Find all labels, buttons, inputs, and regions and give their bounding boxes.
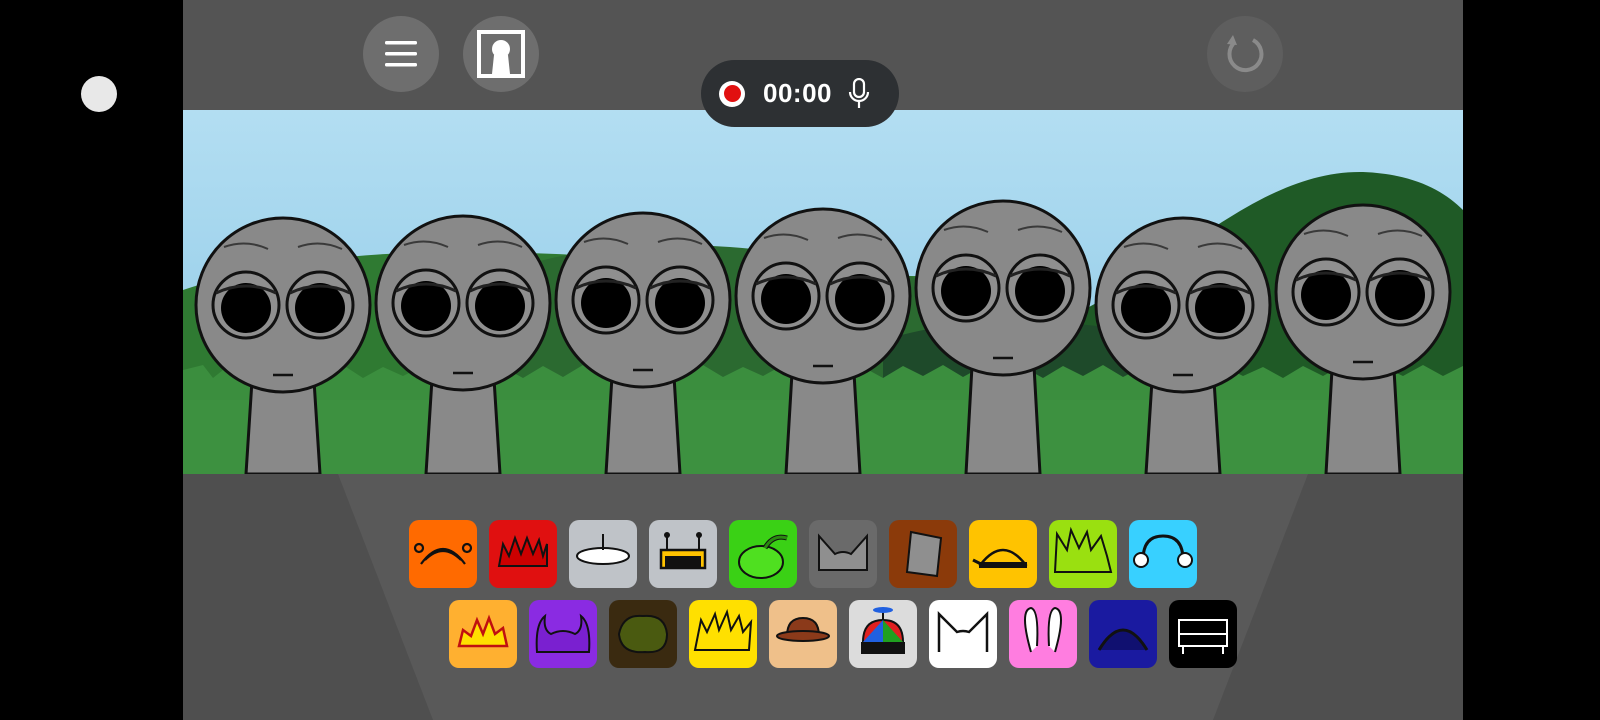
palette-slot-white-cat-ears[interactable] [929, 600, 997, 668]
palette-slot-antenna-box[interactable] [649, 520, 717, 588]
spiky-crown-icon [497, 535, 548, 567]
hamburger-icon [385, 41, 417, 67]
menu-button[interactable] [363, 16, 439, 92]
side-shape-icon [0, 130, 16, 214]
palette-slot-bunny-ears[interactable] [1009, 600, 1077, 668]
palette-slot-dome-cap[interactable] [969, 520, 1037, 588]
bunny-ears-icon [1024, 606, 1062, 653]
bucket-icon [905, 530, 943, 578]
palette-slot-bucket[interactable] [889, 520, 957, 588]
palette-slot-propeller-cap[interactable] [849, 600, 917, 668]
dark-dome-icon [1097, 628, 1149, 651]
palette-slot-burst-crown[interactable] [449, 600, 517, 668]
record-icon[interactable] [719, 80, 745, 107]
lightning-hair-icon [693, 608, 753, 651]
stage-scene [183, 110, 1463, 476]
scene-background [183, 110, 1463, 476]
palette-slot-dark-dome[interactable] [1089, 600, 1157, 668]
headphones-icon [1133, 534, 1193, 568]
palette-slot-lightning-hair[interactable] [689, 600, 757, 668]
spiky-hair-icon [1053, 526, 1113, 573]
palette-slot-spiky-crown[interactable] [489, 520, 557, 588]
dome-cap-icon [972, 548, 1028, 568]
palette-slot-halo-plate[interactable] [569, 520, 637, 588]
antenna-headband-icon [413, 542, 473, 565]
portrait-button[interactable] [463, 16, 539, 92]
screen-recorder[interactable]: 00:00 [701, 60, 899, 127]
restart-button[interactable] [1207, 16, 1283, 92]
palette-slot-horns[interactable] [529, 600, 597, 668]
palette-slot-bench[interactable] [1169, 600, 1237, 668]
palette-row-2 [449, 600, 1237, 668]
portrait-icon [477, 30, 525, 78]
white-cat-ears-icon [937, 610, 989, 652]
palette-slot-fedora[interactable] [769, 600, 837, 668]
palette-slot-antenna-headband[interactable] [409, 520, 477, 588]
record-timer: 00:00 [763, 78, 832, 108]
microphone-icon[interactable] [848, 77, 870, 110]
pumpkin-icon [738, 534, 788, 579]
horns-icon [535, 613, 591, 653]
mossy-hair-icon [617, 614, 669, 654]
restart-icon [1227, 35, 1264, 73]
stage-floor [183, 474, 1463, 720]
palette-slot-cat-ears[interactable] [809, 520, 877, 588]
antenna-box-icon [659, 532, 707, 570]
bench-icon [1178, 619, 1228, 654]
burst-crown-icon [457, 614, 509, 648]
palette-row-1 [409, 520, 1197, 588]
cat-ears-icon [818, 533, 868, 571]
palette-slot-headphones[interactable] [1129, 520, 1197, 588]
game-area: 00:00 [183, 0, 1463, 720]
palette-slot-spiky-hair[interactable] [1049, 520, 1117, 588]
palette-slot-pumpkin[interactable] [729, 520, 797, 588]
palette-slot-mossy-hair[interactable] [609, 600, 677, 668]
home-dot[interactable] [81, 76, 117, 112]
propeller-cap-icon [861, 607, 905, 654]
halo-plate-icon [576, 534, 630, 565]
fedora-icon [776, 616, 830, 642]
